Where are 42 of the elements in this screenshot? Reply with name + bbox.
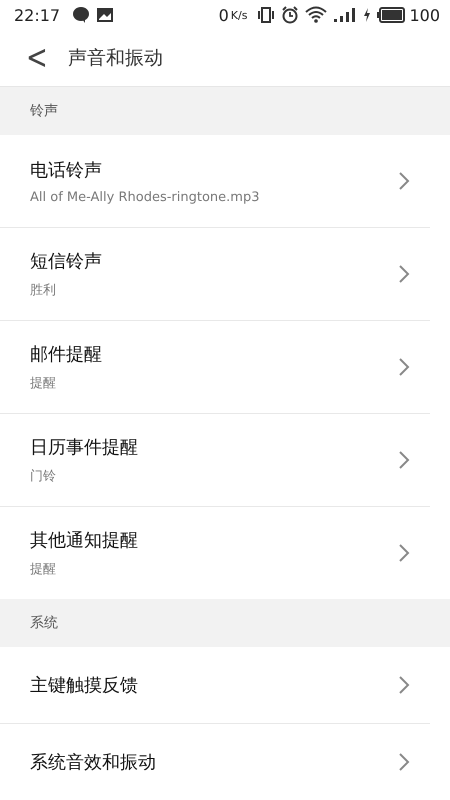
settings-item[interactable]: 日历事件提醒 门铃 (0, 414, 430, 507)
charging-bolt-icon (363, 7, 372, 23)
item-title: 电话铃声 (30, 158, 103, 182)
vibrate-icon (257, 6, 276, 24)
chevron-right-icon (398, 264, 410, 284)
item-title: 系统音效和振动 (30, 751, 156, 774)
item-title: 短信铃声 (30, 250, 102, 273)
alarm-clock-icon (281, 6, 300, 24)
network-speed-unit: K/s (230, 8, 248, 22)
item-subtitle: 提醒 (30, 561, 57, 578)
item-subtitle: 提醒 (30, 375, 57, 392)
settings-item[interactable]: 短信铃声 胜利 (0, 228, 430, 321)
chevron-right-icon (398, 450, 410, 470)
item-subtitle: 门铃 (30, 468, 57, 485)
battery-level: 100 (409, 6, 440, 24)
section-header: 系统 (0, 599, 450, 647)
chevron-right-icon (398, 171, 410, 191)
item-subtitle: All of Me-Ally Rhodes-ringtone.mp3 (30, 190, 260, 204)
section-header: 铃声 (0, 87, 450, 135)
status-time: 22:17 (14, 6, 60, 24)
settings-item[interactable]: 主键触摸反馈 (0, 647, 430, 724)
chevron-right-icon (398, 752, 410, 772)
chevron-right-icon (398, 357, 410, 377)
settings-item[interactable]: 邮件提醒 提醒 (0, 321, 430, 414)
item-title: 主键触摸反馈 (30, 674, 138, 697)
item-title: 其他通知提醒 (30, 529, 138, 552)
image-icon (96, 7, 114, 23)
page-title: 声音和振动 (68, 46, 163, 71)
battery-icon (377, 7, 406, 23)
settings-item[interactable]: 其他通知提醒 提醒 (0, 507, 430, 599)
chevron-right-icon (398, 675, 410, 695)
back-button[interactable]: < (0, 38, 68, 78)
chevron-right-icon (398, 543, 410, 563)
signal-icon (333, 7, 358, 23)
item-title: 邮件提醒 (30, 343, 102, 366)
item-title: 日历事件提醒 (30, 436, 138, 459)
chat-bubble-icon (72, 6, 90, 24)
network-speed-value: 0 (218, 6, 229, 24)
settings-item[interactable]: 电话铃声 All of Me-Ally Rhodes-ringtone.mp3 (0, 135, 430, 228)
settings-item[interactable]: 系统音效和振动 (0, 724, 430, 800)
item-subtitle: 胜利 (30, 282, 57, 299)
wifi-icon (305, 6, 328, 24)
